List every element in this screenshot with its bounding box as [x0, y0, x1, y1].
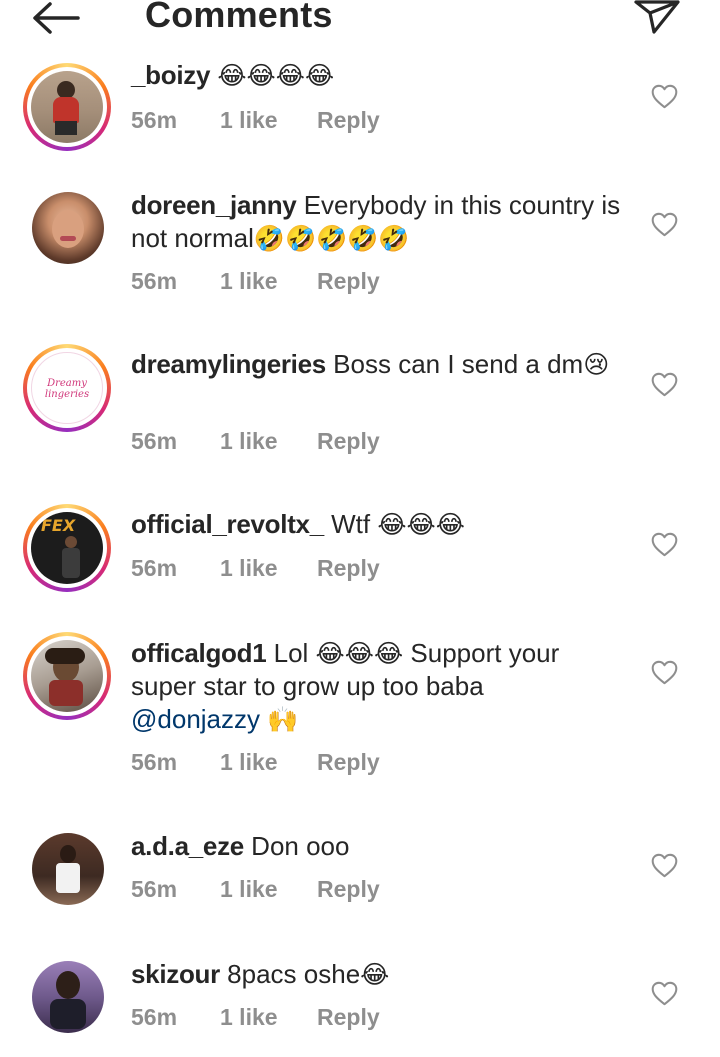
- top-bar: Comments: [0, 0, 720, 44]
- comment-emoji: 😂😂😂: [377, 510, 465, 539]
- comment-username[interactable]: dreamylingeries: [131, 349, 326, 379]
- comments-list: _boizy 😂😂😂😂 56m 1 like Reply doreen_jann…: [0, 0, 720, 1057]
- comment-body: Don ooo: [251, 831, 350, 861]
- heart-icon[interactable]: [651, 532, 678, 557]
- comment-time: 56m: [131, 268, 178, 294]
- heart-icon[interactable]: [651, 372, 678, 397]
- comment-text: doreen_janny Everybody in this country i…: [131, 189, 621, 255]
- comment-likes[interactable]: 1 like: [220, 747, 278, 777]
- reply-button[interactable]: Reply: [317, 266, 380, 296]
- comment-emoji-end: 🙌: [267, 705, 299, 734]
- reply-button[interactable]: Reply: [317, 747, 380, 777]
- comment-text: skizour 8pacs oshe😂: [131, 958, 621, 991]
- reply-button[interactable]: Reply: [317, 553, 380, 583]
- comment-text: officalgod1 Lol 😂😂😂 Support your super s…: [131, 637, 621, 736]
- comment-emoji: 🤣🤣🤣🤣🤣: [253, 224, 410, 253]
- avatar[interactable]: FEX: [23, 504, 111, 592]
- comment-time: 56m: [131, 876, 178, 902]
- comment-likes[interactable]: 1 like: [220, 266, 278, 296]
- comment-emoji: 😂😂😂😂: [217, 61, 335, 90]
- comment-time: 56m: [131, 107, 178, 133]
- avatar[interactable]: [23, 632, 111, 720]
- comment-text: official_revoltx_ Wtf 😂😂😂: [131, 508, 621, 541]
- page-title: Comments: [145, 0, 333, 35]
- avatar[interactable]: [32, 833, 104, 905]
- comment-username[interactable]: a.d.a_eze: [131, 831, 244, 861]
- comment-body: Boss can I send a dm: [333, 349, 584, 379]
- heart-icon[interactable]: [651, 660, 678, 685]
- comment-time: 56m: [131, 428, 178, 454]
- comment-likes[interactable]: 1 like: [220, 105, 278, 135]
- paper-plane-icon[interactable]: [632, 0, 682, 38]
- comment-body: Wtf: [331, 509, 371, 539]
- comment-emoji: 😂😂😂: [315, 639, 404, 668]
- comment-username[interactable]: doreen_janny: [131, 190, 297, 220]
- heart-icon[interactable]: [651, 853, 678, 878]
- comment-body: 8pacs oshe: [227, 959, 361, 989]
- avatar[interactable]: [32, 192, 104, 264]
- comment-emoji: 😂: [360, 960, 390, 989]
- reply-button[interactable]: Reply: [317, 105, 380, 135]
- comment-body: Lol: [273, 638, 309, 668]
- comment-username[interactable]: official_revoltx_: [131, 509, 324, 539]
- heart-icon[interactable]: [651, 212, 678, 237]
- avatar-logo-text: FEX: [41, 516, 76, 535]
- comment-likes[interactable]: 1 like: [220, 426, 278, 456]
- comment-text: dreamylingeries Boss can I send a dm😢: [131, 348, 621, 381]
- avatar[interactable]: [32, 961, 104, 1033]
- comment-username[interactable]: officalgod1: [131, 638, 267, 668]
- comment-likes[interactable]: 1 like: [220, 553, 278, 583]
- comment-time: 56m: [131, 749, 178, 775]
- comment-text: a.d.a_eze Don ooo: [131, 830, 621, 863]
- comment-likes[interactable]: 1 like: [220, 874, 278, 904]
- heart-icon[interactable]: [651, 981, 678, 1006]
- avatar[interactable]: Dreamy lingeries: [23, 344, 111, 432]
- comment-text: _boizy 😂😂😂😂: [131, 59, 621, 92]
- comment-likes[interactable]: 1 like: [220, 1002, 278, 1032]
- reply-button[interactable]: Reply: [317, 426, 380, 456]
- comment-emoji: 😢: [583, 350, 610, 379]
- heart-icon[interactable]: [651, 84, 678, 109]
- brand-logo-text: Dreamy lingeries: [44, 378, 90, 400]
- comment-username[interactable]: skizour: [131, 959, 220, 989]
- comment-time: 56m: [131, 555, 178, 581]
- comment-username[interactable]: _boizy: [131, 60, 210, 90]
- reply-button[interactable]: Reply: [317, 874, 380, 904]
- mention-link[interactable]: @donjazzy: [131, 704, 260, 734]
- comment-time: 56m: [131, 1004, 178, 1030]
- avatar[interactable]: [23, 63, 111, 151]
- reply-button[interactable]: Reply: [317, 1002, 380, 1032]
- arrow-left-icon[interactable]: [28, 0, 84, 40]
